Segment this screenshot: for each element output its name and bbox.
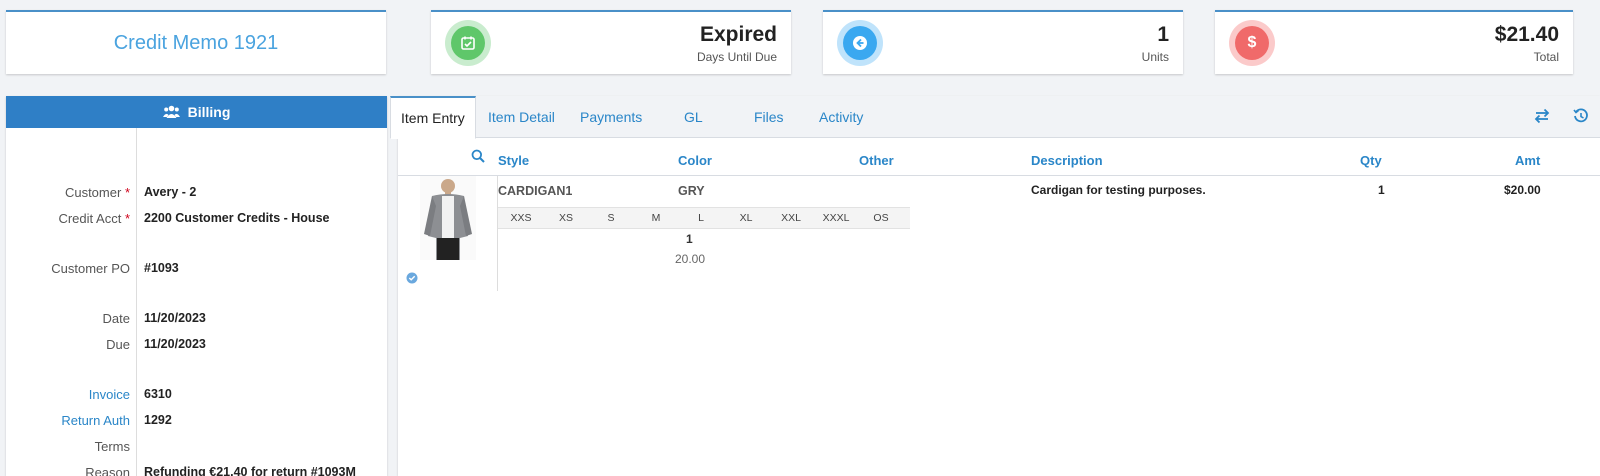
billing-header[interactable]: Billing <box>6 96 387 128</box>
customer-po-label: Customer PO <box>51 261 130 276</box>
invoice-link[interactable]: Invoice <box>89 387 130 402</box>
verified-icon <box>406 271 418 289</box>
customer-row[interactable]: Customer * Avery - 2 <box>6 182 387 202</box>
reason-value[interactable]: Refunding €21.40 for return #1093M <box>144 465 356 476</box>
tab-item-detail[interactable]: Item Detail <box>488 96 555 138</box>
cardigan-image[interactable] <box>420 176 476 260</box>
dollar-icon: $ <box>1229 20 1275 66</box>
tab-gl[interactable]: GL <box>684 96 703 138</box>
size-label: XXXL <box>822 212 850 224</box>
terms-row[interactable]: Terms <box>6 436 387 456</box>
page-title: Credit Memo 1921 <box>113 31 279 54</box>
col-color[interactable]: Color <box>678 153 712 168</box>
tab-bar: Item Entry Item Detail Payments GL Files… <box>390 96 1600 139</box>
total-card: $ $21.40 Total <box>1215 10 1573 74</box>
item-description[interactable]: Cardigan for testing purposes. <box>1031 183 1206 197</box>
total-value: $21.40 <box>1494 22 1559 46</box>
days-until-due-label: Days Until Due <box>696 49 777 64</box>
due-row[interactable]: Due 11/20/2023 <box>6 334 387 354</box>
item-image-cell <box>398 176 498 291</box>
tab-payments[interactable]: Payments <box>580 96 642 138</box>
terms-label: Terms <box>94 439 130 454</box>
billing-form: Customer * Avery - 2 Credit Acct * 2200 … <box>6 128 387 476</box>
date-value[interactable]: 11/20/2023 <box>144 311 206 325</box>
size-label: OS <box>873 212 889 224</box>
size-label: S <box>607 212 615 224</box>
invoice-row[interactable]: Invoice 6310 <box>6 384 387 404</box>
tab-item-entry[interactable]: Item Entry <box>390 96 476 139</box>
item-panel: Item Entry Item Detail Payments GL Files… <box>390 96 1600 476</box>
reason-label: Reason <box>85 465 130 476</box>
item-qty[interactable]: 1 <box>1378 183 1385 197</box>
credit-acct-label: Credit Acct * <box>58 211 130 226</box>
days-until-due-card: Expired Days Until Due <box>431 10 791 74</box>
search-icon[interactable] <box>471 149 485 168</box>
col-other[interactable]: Other <box>859 153 894 168</box>
size-label: XL <box>739 212 753 224</box>
item-style[interactable]: CARDIGAN1 <box>498 184 572 198</box>
customer-po-row[interactable]: Customer PO #1093 <box>6 258 387 278</box>
users-icon <box>162 105 180 118</box>
due-label: Due <box>106 337 130 352</box>
credit-acct-value[interactable]: 2200 Customer Credits - House <box>144 211 329 225</box>
arrow-left-circle-icon <box>837 20 883 66</box>
item-grid-header: Style Color Other Description Qty Amt <box>398 138 1600 176</box>
history-icon[interactable] <box>1573 108 1589 129</box>
return-auth-row[interactable]: Return Auth 1292 <box>6 410 387 430</box>
total-label: Total <box>1533 49 1559 64</box>
size-l-qty[interactable]: 1 <box>686 232 693 246</box>
credit-acct-row[interactable]: Credit Acct * 2200 Customer Credits - Ho… <box>6 208 387 228</box>
tab-files[interactable]: Files <box>754 96 784 138</box>
customer-po-value[interactable]: #1093 <box>144 261 179 275</box>
units-value: 1 <box>1157 22 1169 46</box>
reason-row[interactable]: Reason Refunding €21.40 for return #1093… <box>6 462 387 476</box>
date-row[interactable]: Date 11/20/2023 <box>6 308 387 328</box>
return-auth-value[interactable]: 1292 <box>144 413 172 427</box>
date-label: Date <box>102 311 130 326</box>
swap-icon[interactable] <box>1534 108 1550 129</box>
col-description[interactable]: Description <box>1031 153 1103 168</box>
size-label: XXS <box>510 212 532 224</box>
item-color[interactable]: GRY <box>678 184 705 198</box>
due-value[interactable]: 11/20/2023 <box>144 337 206 351</box>
customer-value[interactable]: Avery - 2 <box>144 185 196 199</box>
size-label: XS <box>558 212 573 224</box>
col-amt[interactable]: Amt <box>1515 153 1540 168</box>
col-qty[interactable]: Qty <box>1360 153 1382 168</box>
customer-label: Customer * <box>64 185 130 200</box>
units-card: 1 Units <box>823 10 1183 74</box>
col-style[interactable]: Style <box>498 153 529 168</box>
title-card: Credit Memo 1921 <box>6 10 386 74</box>
size-label: XXL <box>781 212 801 224</box>
size-label: L <box>698 212 704 224</box>
tab-activity[interactable]: Activity <box>819 96 863 138</box>
size-grid: XXS XS S M L XL XXL XXXL OS <box>498 207 910 229</box>
invoice-value[interactable]: 6310 <box>144 387 172 401</box>
days-until-due-value: Expired <box>699 22 777 46</box>
billing-panel: Billing Customer * Avery - 2 Credit Acct… <box>6 96 387 476</box>
return-auth-link[interactable]: Return Auth <box>61 413 130 428</box>
size-label: M <box>651 212 661 224</box>
item-amt[interactable]: $20.00 <box>1504 183 1541 197</box>
units-label: Units <box>1141 49 1169 64</box>
billing-title: Billing <box>187 104 231 120</box>
size-l-price[interactable]: 20.00 <box>675 252 705 266</box>
table-row[interactable]: CARDIGAN1 GRY Cardigan for testing purpo… <box>398 176 1600 291</box>
calendar-check-icon <box>445 20 491 66</box>
